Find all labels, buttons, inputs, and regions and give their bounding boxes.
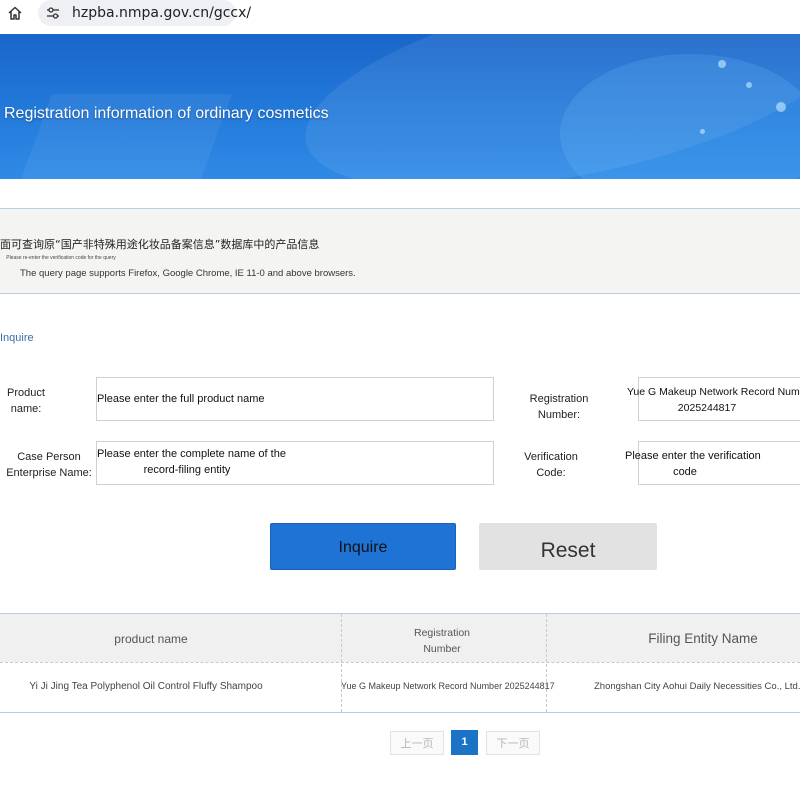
page-title: Registration information of ordinary cos…: [4, 105, 329, 122]
verification-hint: Please re-enter the verification code fo…: [6, 255, 116, 261]
page-banner: Registration information of ordinary cos…: [0, 34, 800, 179]
enterprise-name-placeholder: Please enter the complete name of the: [97, 448, 286, 460]
banner-decoration: [718, 60, 726, 68]
enterprise-name-placeholder: record-filing entity: [143, 464, 231, 476]
verification-code-label: Verification Code:: [524, 451, 578, 479]
inquire-button[interactable]: Inquire: [270, 523, 456, 570]
banner-decoration: [776, 102, 786, 112]
pagination-prev-button[interactable]: 上一页: [390, 731, 444, 755]
column-header-product-name: product name: [114, 632, 188, 646]
pagination-next-button[interactable]: 下一页: [486, 731, 540, 755]
results-table: product name Registration Number Filing …: [0, 613, 800, 713]
product-name-label: Product name:: [7, 387, 45, 415]
banner-decoration: [700, 129, 705, 134]
registration-number-input[interactable]: Yue G Makeup Network Record Number 20252…: [627, 377, 800, 421]
product-name-placeholder: Please enter the full product name: [97, 393, 265, 405]
notice-panel: 面可查询原“国产非特殊用途化妆品备案信息”数据库中的产品信息 Please re…: [0, 208, 800, 294]
reset-button[interactable]: Reset: [479, 523, 657, 570]
verification-code-placeholder: code: [673, 466, 697, 478]
verification-code-input[interactable]: Please enter the verification code: [625, 441, 800, 485]
pagination-current-page[interactable]: 1: [451, 730, 478, 755]
site-settings-icon[interactable]: [46, 6, 60, 20]
banner-decoration: [746, 82, 752, 88]
product-name-input[interactable]: Please enter the full product name: [96, 377, 494, 421]
registration-number-value: 2025244817: [677, 402, 737, 414]
enterprise-name-label: Case Person Enterprise Name:: [6, 451, 92, 479]
url-text: hzpba.nmpa.gov.cn/gccx/: [72, 5, 252, 21]
registration-number-value: Yue G Makeup Network Record Number: [627, 386, 800, 398]
column-divider: [341, 614, 342, 712]
cell-registration-number: Yue G Makeup Network Record Number 20252…: [341, 681, 555, 691]
row-divider: [0, 662, 800, 663]
cell-product-name: Yi Ji Jing Tea Polyphenol Oil Control Fl…: [29, 681, 263, 692]
home-icon[interactable]: [7, 5, 23, 21]
browser-support-text: The query page supports Firefox, Google …: [20, 268, 356, 279]
cell-filing-entity: Zhongshan City Aohui Daily Necessities C…: [594, 681, 800, 692]
column-header-filing-entity: Filing Entity Name: [648, 631, 758, 646]
column-divider: [546, 614, 547, 712]
enterprise-name-input[interactable]: Please enter the complete name of the re…: [96, 441, 494, 485]
section-title: Inquire: [0, 332, 34, 344]
column-header-registration-number: Registration Number: [413, 627, 471, 655]
browser-address-bar: hzpba.nmpa.gov.cn/gccx/: [0, 0, 800, 28]
verification-code-placeholder: Please enter the verification: [625, 450, 761, 462]
notice-text: 面可查询原“国产非特殊用途化妆品备案信息”数据库中的产品信息: [0, 238, 320, 251]
registration-number-label: Registration Number:: [529, 393, 589, 421]
